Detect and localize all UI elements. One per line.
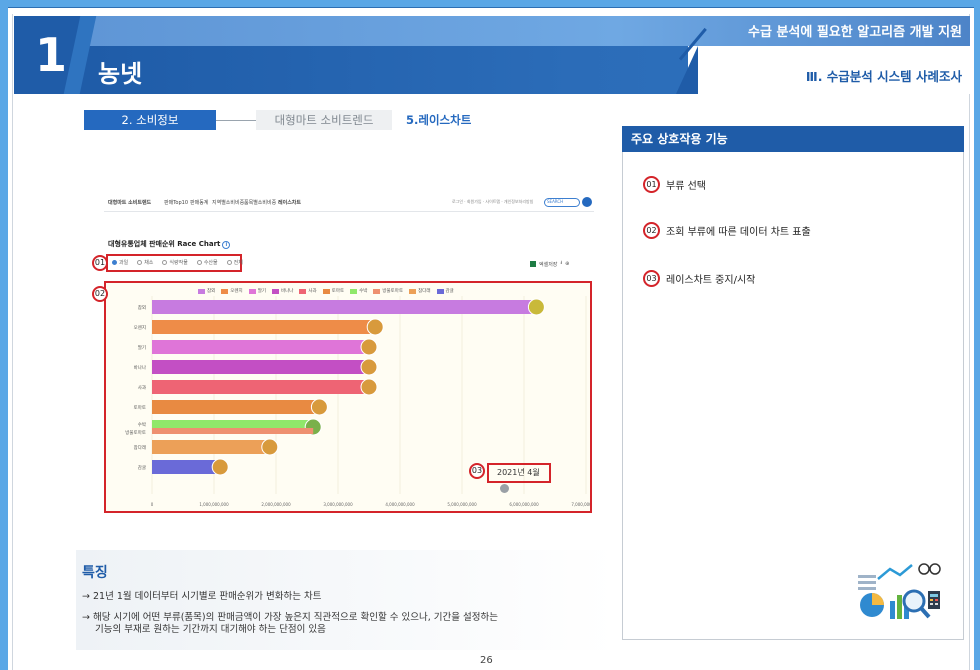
filter-all[interactable]: 전체 — [226, 259, 243, 266]
feature-title: 특징 — [82, 565, 108, 581]
tab-consumption-info[interactable]: 2. 소비정보 — [84, 110, 216, 130]
nav-item[interactable]: 판매Top10 — [164, 199, 188, 206]
divider — [969, 14, 970, 670]
feature-line: 기능의 부재로 원하는 기간까지 대기해야 하는 단점이 있음 — [95, 624, 326, 635]
feature-line: → 21년 1월 데이터부터 시기별로 판매순위가 변화하는 차트 — [82, 591, 322, 602]
callout-01: 01 — [92, 255, 108, 271]
nav-item[interactable]: 품목별소비비중 — [244, 199, 276, 206]
race-date-control[interactable]: 2021년 4월 — [487, 463, 551, 493]
frame-right — [974, 0, 980, 670]
feature-item: 03 레이스차트 중지/시작 — [643, 270, 755, 287]
feature-line: → 해당 시기에 어떤 부류(품목)의 판매금액이 가장 높은지 직관적으로 확… — [82, 612, 498, 623]
page-title: 농넷 — [98, 60, 143, 88]
tab-race-chart[interactable]: 5.레이스차트 — [406, 112, 471, 128]
excel-icon — [530, 261, 536, 267]
category-filter: 과일 채소 식량작물 수산물 전체 — [112, 259, 243, 266]
header-subtitle: 수급 분석에 필요한 알고리즘 개발 지원 — [748, 25, 962, 40]
data-analysis-illustration-icon — [858, 563, 941, 619]
embedded-chart-title: 대형유통업체 판매순위 Race Chart i — [108, 239, 231, 249]
page-number: 26 — [480, 655, 493, 666]
download-icon[interactable]: ⭳ — [560, 260, 562, 268]
frame-left — [0, 0, 8, 670]
filter-seafood[interactable]: 수산물 — [196, 259, 218, 266]
feature-item: 02 조회 부류에 따른 데이터 차트 표출 — [643, 222, 811, 239]
play-pause-icon[interactable] — [500, 484, 509, 493]
tab-mart-trend[interactable]: 대형마트 소비트렌드 — [256, 110, 392, 130]
nav-item[interactable]: 레이스차트 — [278, 199, 301, 206]
filter-grain[interactable]: 식량작물 — [162, 259, 188, 266]
nav-item[interactable]: 지역별소비비중 — [212, 199, 244, 206]
search-input[interactable]: SEARCH — [544, 198, 580, 207]
embedded-nav-bar: 대형마트 소비트렌드 판매Top10 판매동계 지역별소비비중 품목별소비비중 … — [104, 196, 594, 212]
filter-vegetable[interactable]: 채소 — [137, 259, 153, 266]
search-icon[interactable] — [582, 197, 592, 207]
filter-fruit[interactable]: 과일 — [112, 259, 128, 266]
callout-02: 02 — [92, 286, 108, 302]
callout-03: 03 — [469, 463, 485, 479]
zoom-icon[interactable]: ⊕ — [565, 261, 569, 267]
excel-save-button[interactable]: 엑셀저장 ⭳ ⊕ — [530, 260, 569, 268]
header-section-label: Ⅲ. 수급분석 시스템 사례조사 — [805, 69, 962, 84]
section-number: 1 — [14, 16, 88, 94]
tab-connector — [216, 119, 256, 121]
divider — [12, 14, 13, 670]
breadcrumb[interactable]: 로그인 · 회원가입 · 사이트맵 · 개인정보처리방침 — [452, 199, 533, 205]
nav-item[interactable]: 대형마트 소비트렌드 — [108, 199, 151, 206]
slide-page: 1 농넷 수급 분석에 필요한 알고리즘 개발 지원 Ⅲ. 수급분석 시스템 사… — [0, 0, 980, 670]
feature-panel-title: 주요 상호작용 기능 — [622, 126, 964, 152]
frame-top — [0, 0, 980, 8]
feature-item: 01 부류 선택 — [643, 176, 706, 193]
nav-item[interactable]: 판매동계 — [190, 199, 208, 206]
tab-bar: 2. 소비정보 대형마트 소비트렌드 5.레이스차트 — [84, 110, 471, 130]
info-icon[interactable]: i — [222, 241, 231, 249]
